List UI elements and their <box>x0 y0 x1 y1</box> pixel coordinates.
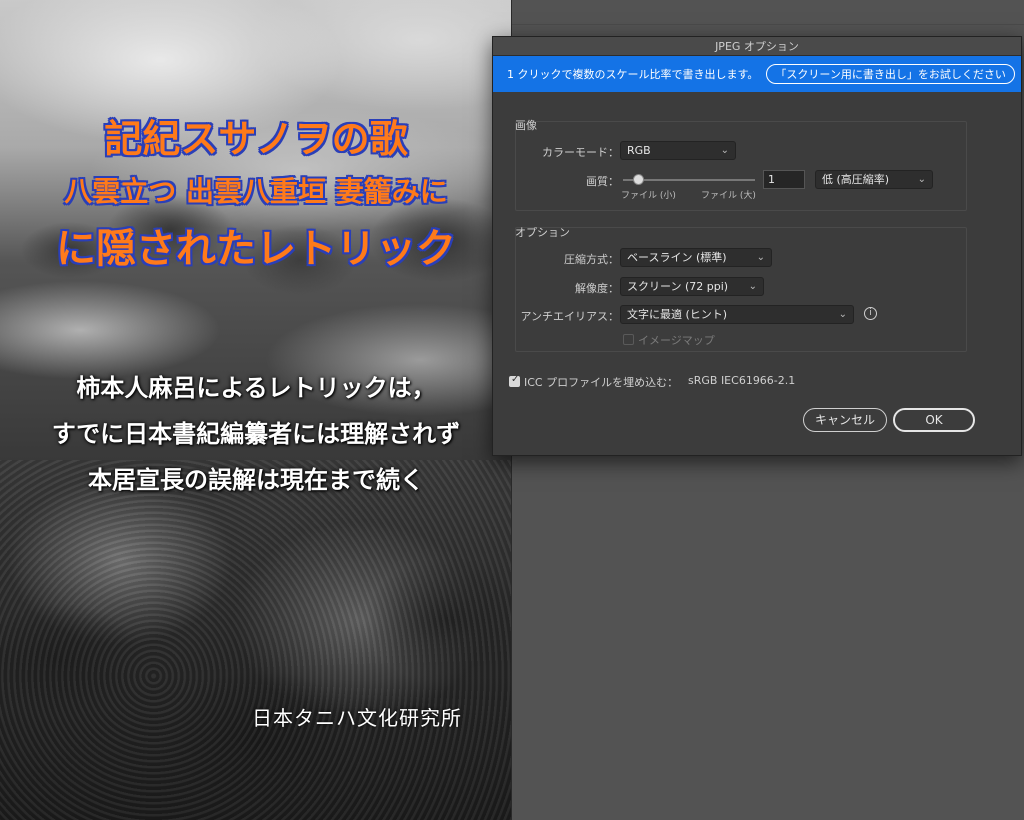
quality-value-field[interactable]: 1 <box>763 170 805 189</box>
quality-min-label: ファイル (小) <box>621 191 676 201</box>
quality-preset-select[interactable]: 低 (高圧縮率) ⌄ <box>815 170 933 189</box>
antialias-select[interactable]: 文字に最適 (ヒント) ⌄ <box>620 305 854 324</box>
ok-button[interactable]: OK <box>893 408 975 432</box>
icc-profile-value: sRGB IEC61966-2.1 <box>688 374 796 387</box>
antialias-value: 文字に最適 (ヒント) <box>627 308 728 321</box>
quality-slider-knob[interactable] <box>633 174 644 185</box>
cover-subtitle-line2: すでに日本書紀編纂者には理解されず <box>51 420 461 448</box>
book-cover-artboard: 記紀スサノヲの歌 八雲立つ 出雲八重垣 妻籠みに に隠されたレトリック 柿本人麻… <box>0 0 512 820</box>
compression-value: ベースライン (標準) <box>627 251 727 264</box>
chevron-down-icon: ⌄ <box>756 252 765 263</box>
app-window: 記紀スサノヲの歌 八雲立つ 出雲八重垣 妻籠みに に隠されたレトリック 柿本人麻… <box>0 0 1024 820</box>
cover-organization: 日本タニハ文化研究所 <box>252 706 462 730</box>
chevron-down-icon: ⌄ <box>838 309 847 320</box>
cover-title-line2: 八雲立つ 出雲八重垣 妻籠みに <box>64 175 448 208</box>
quality-label: 画質： <box>586 175 619 188</box>
resolution-select[interactable]: スクリーン (72 ppi) ⌄ <box>620 277 764 296</box>
imagemap-checkbox[interactable] <box>623 334 634 345</box>
dialog-title: JPEG オプション <box>493 37 1021 56</box>
resolution-label: 解像度： <box>575 282 619 295</box>
export-for-screens-link[interactable]: 「スクリーン用に書き出し」をお試しください <box>766 64 1015 84</box>
jpeg-options-dialog: JPEG オプション 1 クリックで複数のスケール比率で書き出します。 「スクリ… <box>492 36 1022 456</box>
color-mode-label: カラーモード： <box>542 146 619 159</box>
workspace-divider <box>512 24 1024 25</box>
cover-title-line1: 記紀スサノヲの歌 <box>104 117 408 161</box>
resolution-value: スクリーン (72 ppi) <box>627 280 729 293</box>
icc-profile-label: ICC プロファイルを埋め込む： <box>524 376 679 389</box>
cover-title-line3: に隠されたレトリック <box>56 226 456 272</box>
options-section-title: オプション <box>515 226 570 239</box>
color-mode-select[interactable]: RGB ⌄ <box>620 141 736 160</box>
compression-label: 圧縮方式： <box>564 253 619 266</box>
imagemap-label: イメージマップ <box>638 334 715 347</box>
info-text: 1 クリックで複数のスケール比率で書き出します。 <box>507 68 759 81</box>
cancel-button[interactable]: キャンセル <box>803 408 887 432</box>
icc-profile-checkbox[interactable] <box>509 374 520 387</box>
chevron-down-icon: ⌄ <box>917 174 926 185</box>
cover-subtitle-line3: 本居宣長の誤解は現在まで続く <box>88 466 424 494</box>
info-icon[interactable]: i <box>864 307 877 320</box>
antialias-label: アンチエイリアス： <box>520 310 619 323</box>
quality-preset-value: 低 (高圧縮率) <box>822 173 890 186</box>
info-bar: 1 クリックで複数のスケール比率で書き出します。 「スクリーン用に書き出し」をお… <box>493 56 1021 92</box>
cover-subtitle-line1: 柿本人麻呂によるレトリックは， <box>76 374 436 402</box>
color-mode-value: RGB <box>627 144 651 157</box>
quality-max-label: ファイル (大) <box>701 191 756 201</box>
compression-select[interactable]: ベースライン (標準) ⌄ <box>620 248 772 267</box>
chevron-down-icon: ⌄ <box>720 145 729 156</box>
chevron-down-icon: ⌄ <box>748 281 757 292</box>
forest-image <box>0 460 511 820</box>
image-section-title: 画像 <box>515 119 537 132</box>
